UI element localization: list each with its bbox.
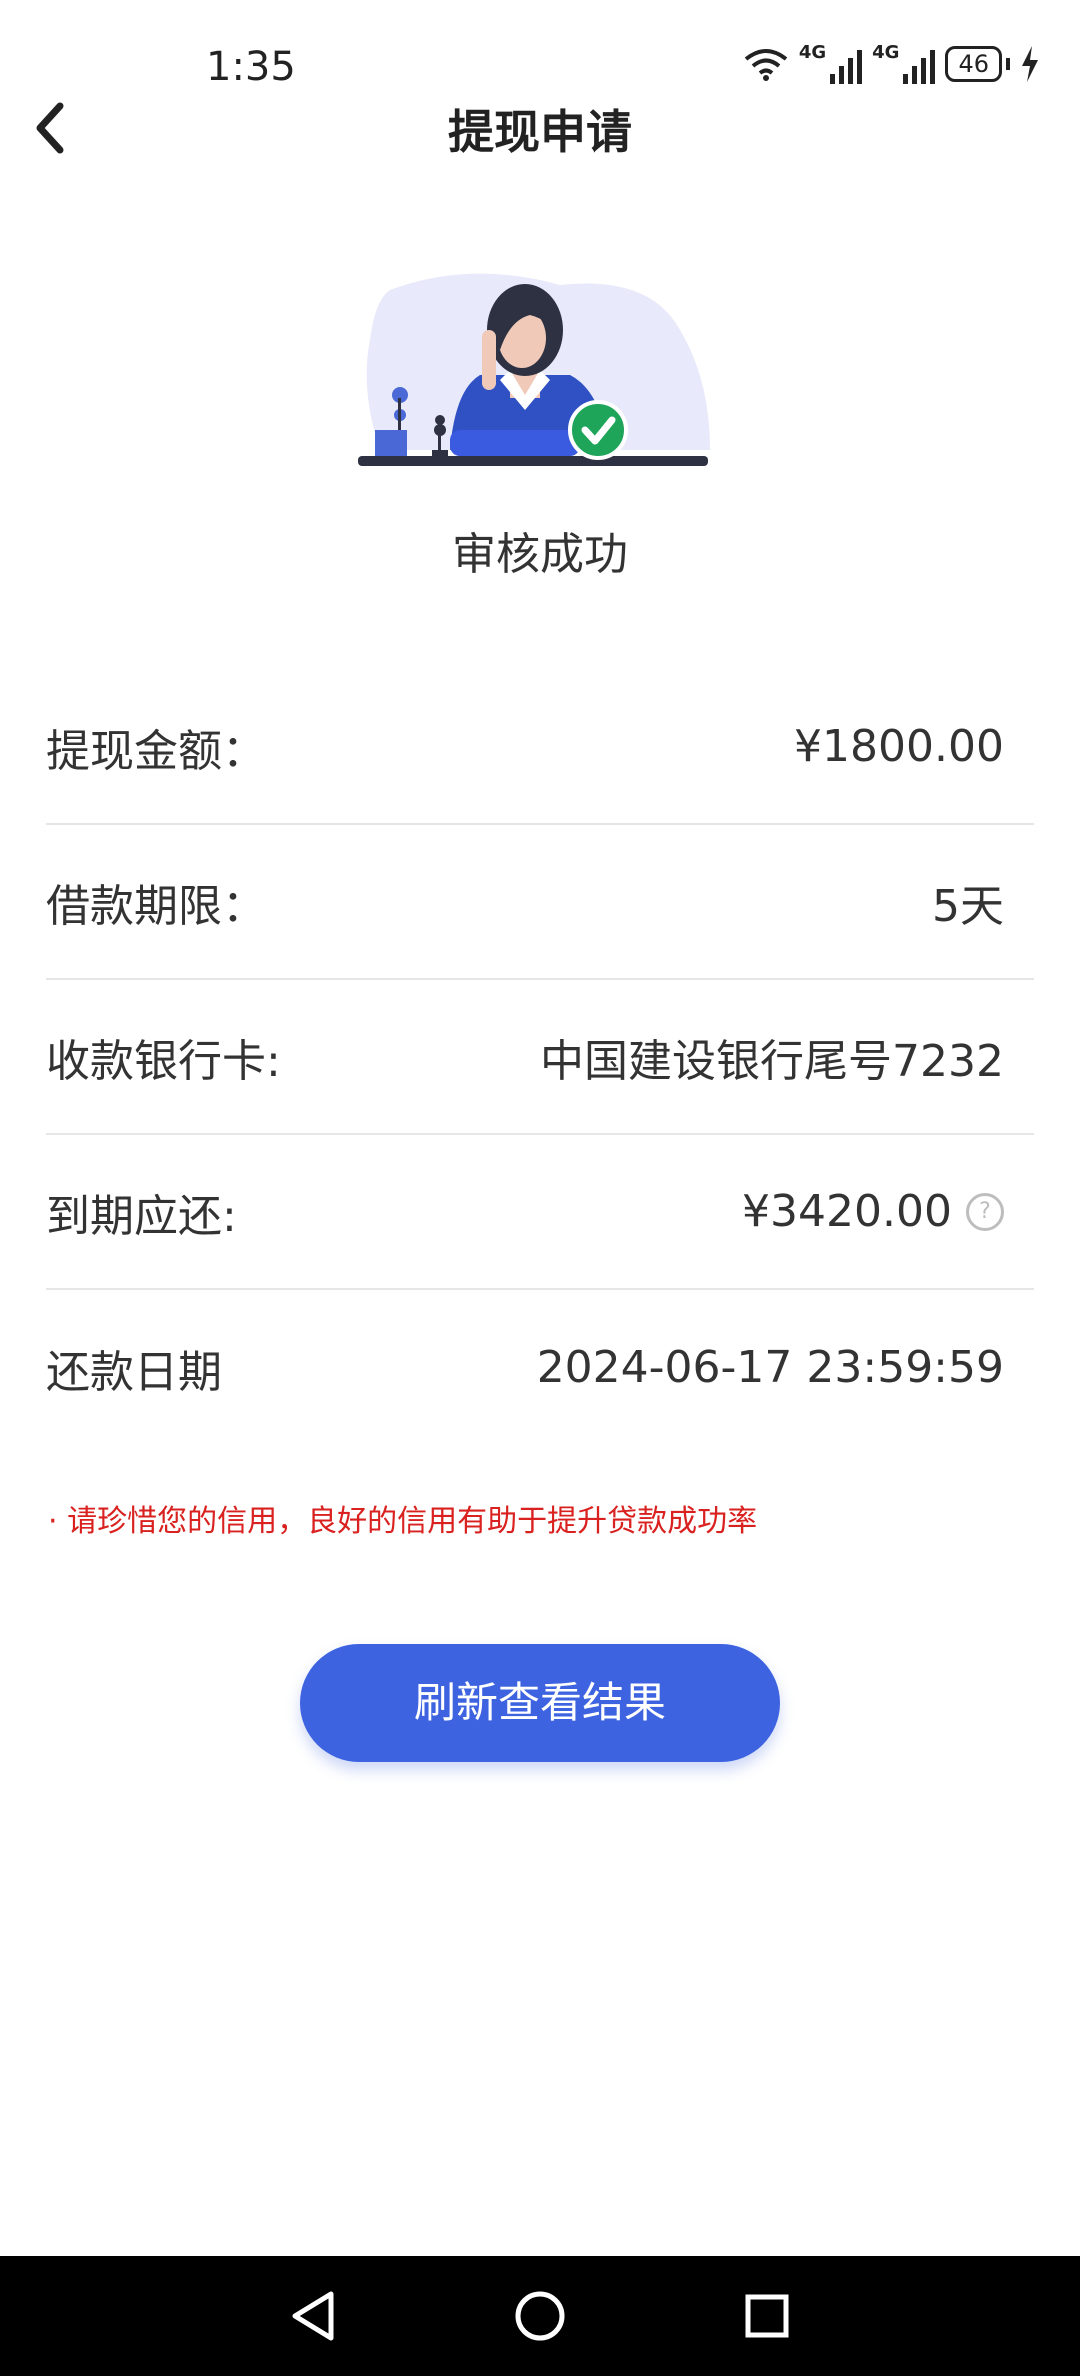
detail-value-wrap: ¥3420.00 ? [742,1186,1004,1237]
detail-row-due-amount: 到期应还: ¥3420.00 ? [46,1135,1034,1290]
nav-home-button[interactable] [500,2276,580,2356]
battery-icon: 46 [945,46,1002,82]
system-nav-bar [0,2256,1080,2376]
signal-icon [903,44,936,84]
detail-label: 提现金额： [46,725,266,777]
recents-square-icon [745,2294,789,2338]
detail-label: 收款银行卡: [46,1035,281,1087]
withdrawal-details: 提现金额： ¥1800.00 借款期限： 5天 收款银行卡: 中国建设银行尾号7… [46,670,1034,1445]
detail-row-amount: 提现金额： ¥1800.00 [46,670,1034,825]
refresh-result-button[interactable]: 刷新查看结果 [300,1644,780,1762]
nav-back-button[interactable] [273,2276,353,2356]
detail-value: 中国建设银行尾号7232 [540,1035,1004,1087]
detail-value: ¥3420.00 [742,1186,952,1237]
credit-notice: · 请珍惜您的信用，良好的信用有助于提升贷款成功率 [48,1504,758,1539]
detail-row-repay-date: 还款日期 2024-06-17 23:59:59 [46,1290,1034,1445]
status-time: 1:35 [206,44,296,90]
detail-row-bank-card: 收款银行卡: 中国建设银行尾号7232 [46,980,1034,1135]
nav-recents-button[interactable] [727,2276,807,2356]
back-triangle-icon [292,2291,334,2341]
battery-tip [1006,58,1010,70]
battery-level: 46 [958,50,989,78]
header: 提现申请 [0,90,1080,166]
network-label-2: 4G [872,41,900,63]
network-label-1: 4G [798,41,827,63]
detail-label: 到期应还: [46,1190,237,1242]
detail-value: 5天 [932,880,1004,932]
detail-label: 借款期限： [46,880,266,932]
detail-value: ¥1800.00 [794,721,1004,772]
detail-row-term: 借款期限： 5天 [46,825,1034,980]
review-status-text: 审核成功 [452,529,628,580]
status-icons: 4G 4G 46 [743,41,1040,84]
detail-value: 2024-06-17 23:59:59 [536,1342,1004,1393]
help-icon[interactable]: ? [966,1192,1004,1231]
home-circle-icon [515,2291,565,2341]
signal-icon [830,44,863,84]
review-illustration [358,273,710,466]
detail-label: 还款日期 [46,1346,222,1398]
charging-icon [1022,46,1038,82]
page-title: 提现申请 [448,105,632,159]
wifi-icon [744,49,788,81]
